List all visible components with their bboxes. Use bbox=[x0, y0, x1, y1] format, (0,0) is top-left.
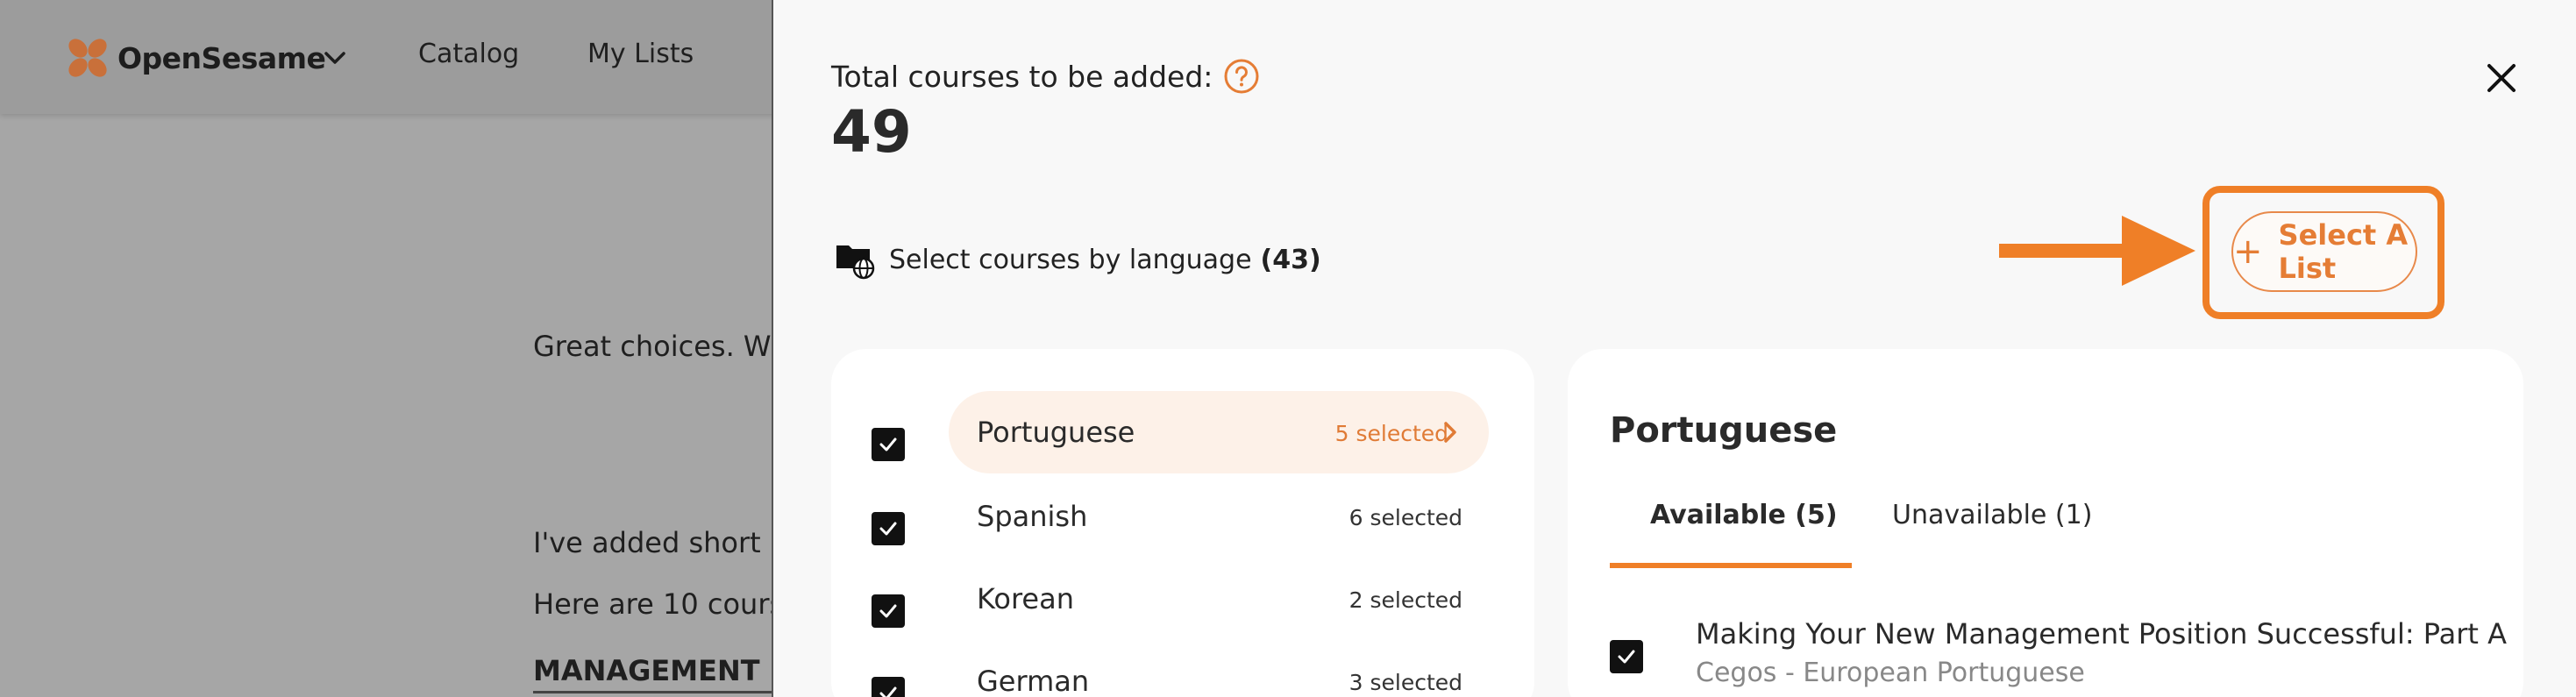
checkmark-icon bbox=[879, 686, 897, 697]
chevron-right-icon[interactable] bbox=[1440, 419, 1461, 445]
checkbox-checked[interactable] bbox=[872, 594, 905, 628]
background-text-line: Here are 10 cours bbox=[533, 587, 785, 621]
opensesame-logo-icon bbox=[68, 39, 107, 77]
language-detail-panel: Portuguese Available (5) Unavailable (1)… bbox=[1568, 349, 2523, 697]
detail-title: Portuguese bbox=[1610, 410, 1838, 451]
language-name: Korean bbox=[977, 582, 1074, 615]
brand-name: OpenSesame bbox=[117, 40, 326, 75]
background-heading: MANAGEMENT bbox=[533, 654, 760, 687]
course-title[interactable]: Making Your New Management Position Succ… bbox=[1696, 617, 2507, 651]
language-list-panel: Portuguese 5 selected Spanish 6 selected… bbox=[831, 349, 1534, 697]
language-selected-count: 3 selected bbox=[1348, 670, 1462, 695]
annotation-arrow-icon bbox=[1999, 216, 2195, 286]
checkmark-icon bbox=[879, 522, 897, 536]
tab-unavailable[interactable]: Unavailable (1) bbox=[1892, 500, 2092, 530]
background-text-line: I've added short bbox=[533, 526, 761, 559]
add-courses-drawer: Total courses to be added: 49 Select cou… bbox=[772, 0, 2576, 697]
checkmark-icon bbox=[1618, 650, 1635, 664]
select-by-language-row: Select courses by language (43) bbox=[835, 238, 1321, 281]
language-item-german[interactable]: German 3 selected bbox=[831, 638, 1534, 697]
language-selected-count: 6 selected bbox=[1348, 505, 1462, 530]
language-item-korean[interactable]: Korean 2 selected bbox=[831, 556, 1534, 637]
background-text-line: Great choices. W bbox=[533, 330, 772, 363]
total-courses-label: Total courses to be added: bbox=[831, 58, 1260, 95]
checkmark-icon bbox=[879, 437, 897, 452]
help-icon[interactable] bbox=[1223, 58, 1260, 95]
course-provider-language: Cegos - European Portuguese bbox=[1696, 658, 2085, 688]
nav-catalog[interactable]: Catalog bbox=[418, 39, 519, 69]
chevron-down-icon[interactable] bbox=[317, 40, 352, 75]
nav-my-lists[interactable]: My Lists bbox=[587, 39, 694, 69]
checkbox-checked[interactable] bbox=[872, 512, 905, 545]
active-tab-indicator bbox=[1610, 563, 1852, 568]
checkbox-checked[interactable] bbox=[872, 677, 905, 697]
folder-globe-icon bbox=[836, 245, 875, 280]
brand-logo[interactable]: OpenSesame bbox=[65, 35, 326, 81]
total-courses-label-text: Total courses to be added: bbox=[831, 59, 1213, 94]
language-selected-count: 5 selected bbox=[1334, 421, 1448, 446]
select-a-list-label: Select A List bbox=[2278, 218, 2409, 285]
total-courses-count: 49 bbox=[831, 98, 912, 166]
language-item-portuguese[interactable]: Portuguese 5 selected bbox=[831, 391, 1534, 473]
checkmark-icon bbox=[879, 604, 897, 618]
language-name: Spanish bbox=[977, 500, 1088, 533]
checkbox-checked[interactable] bbox=[872, 428, 905, 461]
language-name: German bbox=[977, 665, 1090, 697]
close-icon[interactable] bbox=[2481, 58, 2522, 98]
course-checkbox-checked[interactable] bbox=[1610, 640, 1643, 673]
language-selected-count: 2 selected bbox=[1348, 587, 1462, 613]
language-name: Portuguese bbox=[977, 416, 1135, 449]
background-divider bbox=[533, 691, 772, 693]
select-by-language-count: (43) bbox=[1260, 244, 1321, 275]
tab-available[interactable]: Available (5) bbox=[1650, 500, 1838, 530]
language-item-spanish[interactable]: Spanish 6 selected bbox=[831, 473, 1534, 554]
select-a-list-button[interactable]: + Select A List bbox=[2231, 211, 2417, 292]
select-by-language-label: Select courses by language bbox=[889, 244, 1252, 275]
plus-icon: + bbox=[2233, 231, 2263, 272]
